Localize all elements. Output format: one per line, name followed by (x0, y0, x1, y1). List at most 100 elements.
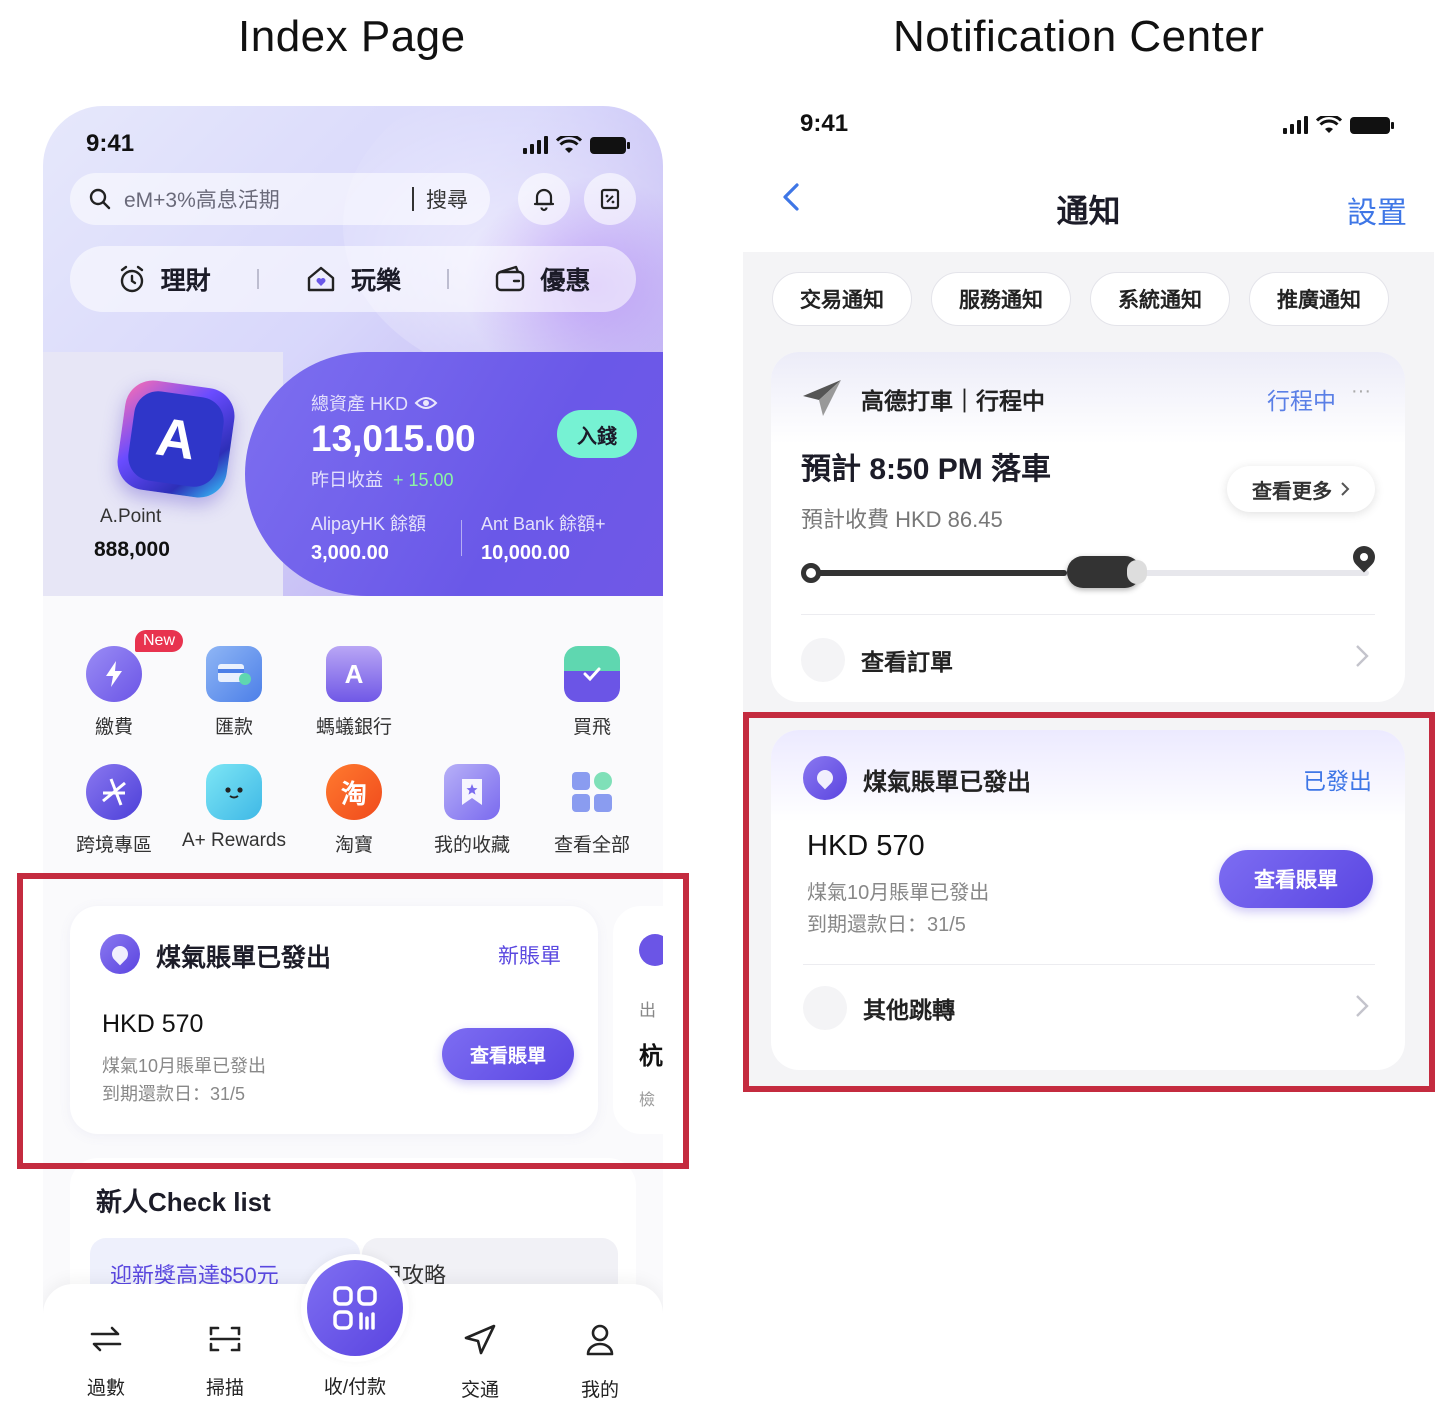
house-heart-icon (307, 266, 335, 292)
view-more-button[interactable]: 查看更多 (1227, 466, 1375, 512)
globe-icon (86, 764, 142, 820)
status-time: 9:41 (800, 110, 849, 137)
taobao-icon: 淘 (326, 764, 382, 820)
grid-item-label: A+ Rewards (181, 830, 287, 851)
grid-item-view-all[interactable]: 查看全部 (537, 764, 647, 857)
nav-label: 交通 (460, 1380, 499, 1401)
highlight-box-left (17, 873, 689, 1169)
nav-transport[interactable]: 交通 (435, 1324, 525, 1402)
card-transfer-icon (206, 646, 262, 702)
tab-label: 玩樂 (350, 267, 401, 295)
grid-item-remittance[interactable]: 匯款 (179, 646, 289, 739)
nav-label: 過數 (86, 1378, 125, 1399)
ride-eta: 預計 8:50 PM 落車 (801, 453, 1052, 486)
qr-pay-icon (307, 1260, 403, 1356)
view-more-label: 查看更多 (1252, 480, 1332, 503)
apps-grid-icon (564, 764, 620, 820)
chip-service[interactable]: 服務通知 (931, 272, 1071, 326)
bell-icon (533, 188, 555, 212)
yesterday-earnings-label: 昨日收益 (311, 470, 383, 490)
alipay-balance-value: 3,000.00 (311, 542, 389, 564)
page-title: 通知 (1056, 193, 1121, 229)
grid-item-label: 跨境專區 (75, 835, 152, 856)
nav-label: 我的 (580, 1380, 619, 1401)
view-order-label: 查看訂單 (861, 649, 953, 675)
more-options-icon[interactable]: ··· (1351, 380, 1371, 403)
chevron-right-icon (1355, 644, 1369, 675)
nav-transfer[interactable]: 過數 (61, 1324, 151, 1400)
paper-plane-icon (803, 380, 841, 416)
yesterday-earnings-value: + 15.00 (393, 470, 454, 490)
settings-link[interactable]: 設置 (1347, 188, 1407, 232)
antbank-balance-value: 10,000.00 (481, 542, 570, 564)
wallet-icon (496, 265, 525, 292)
grid-item-favorites[interactable]: 我的收藏 (417, 764, 527, 857)
grid-item-taobao[interactable]: 淘 淘寶 (299, 764, 409, 857)
ride-status: 行程中 (1267, 388, 1336, 414)
new-badge: New (135, 630, 184, 652)
scan-icon (209, 1326, 241, 1352)
grid-item-buy-ticket[interactable]: 買飛 (537, 646, 647, 739)
navigation-icon (464, 1324, 496, 1355)
grid-item-ant-bank[interactable]: A 螞蟻銀行 (299, 646, 409, 739)
category-tabs: 理財 玩樂 優惠 (70, 246, 636, 312)
wifi-icon (1316, 116, 1342, 133)
index-page-phone: 9:41 eM+3%高息活期 搜尋 理財 玩樂 優惠 A A.Point 888… (43, 106, 663, 1402)
view-order-row[interactable]: 查看訂單 (801, 638, 953, 682)
notification-bell-button[interactable] (518, 173, 570, 225)
ride-start-marker (801, 563, 821, 583)
eye-icon[interactable] (414, 395, 438, 411)
grid-item-label: 淘寶 (334, 835, 373, 856)
nav-profile[interactable]: 我的 (555, 1324, 645, 1402)
battery-icon (590, 136, 630, 154)
grid-item-bill-payment[interactable]: New 繳費 (59, 630, 184, 739)
total-assets-value: 13,015.00 (311, 418, 476, 459)
nav-label: 收/付款 (323, 1377, 387, 1398)
cellular-signal-icon (1283, 116, 1308, 134)
antbank-balance-label: Ant Bank 餘額+ (481, 514, 606, 534)
yesterday-earnings: 昨日收益 + 15.00 (311, 466, 454, 492)
tab-entertainment[interactable]: 玩樂 (259, 261, 446, 297)
lightning-bill-icon (86, 646, 142, 702)
collect-pay-button[interactable] (301, 1254, 409, 1362)
status-icons (1283, 116, 1394, 134)
chip-transaction[interactable]: 交易通知 (772, 272, 912, 326)
ride-fee: 預計收費 HKD 86.45 (801, 507, 1003, 532)
grid-item-label: 查看全部 (553, 835, 630, 856)
battery-icon (1350, 116, 1394, 134)
transfer-arrows-icon (90, 1326, 122, 1352)
grid-item-label: 匯款 (214, 717, 253, 738)
chevron-right-icon (1341, 482, 1350, 496)
balance-divider (461, 520, 462, 556)
ride-title: 高德打車｜行程中 (861, 388, 1045, 414)
total-assets-label: 總資產 HKD (311, 394, 409, 414)
nav-label: 掃描 (205, 1378, 244, 1399)
apoint-value: 888,000 (94, 538, 170, 561)
status-time: 9:41 (86, 130, 135, 157)
coupon-button[interactable] (584, 173, 636, 225)
apoint-logo-icon: A (125, 388, 227, 490)
deposit-button[interactable]: 入錢 (557, 410, 637, 458)
chip-promotion[interactable]: 推廣通知 (1249, 272, 1389, 326)
destination-pin-icon (1348, 541, 1380, 573)
chip-system[interactable]: 系統通知 (1090, 272, 1230, 326)
ticket-icon (564, 646, 620, 702)
ride-notification-card[interactable]: 高德打車｜行程中 行程中 ··· 預計 8:50 PM 落車 預計收費 HKD … (771, 352, 1405, 702)
coupon-icon (600, 188, 620, 210)
ant-bank-icon: A (326, 646, 382, 702)
total-assets-card[interactable]: 總資產 HKD 13,015.00 昨日收益 + 15.00 入錢 AlipayH… (245, 352, 663, 596)
search-placeholder[interactable]: eM+3%高息活期 (124, 184, 412, 214)
grid-item-label: 螞蟻銀行 (315, 717, 392, 738)
grid-item-cross-border[interactable]: 跨境專區 (59, 764, 169, 857)
grid-item-label: 我的收藏 (433, 835, 510, 856)
grid-item-a-rewards[interactable]: A+ Rewards (179, 764, 289, 852)
search-icon (89, 188, 111, 210)
tab-wealth[interactable]: 理財 (70, 261, 257, 297)
row-icon-placeholder (801, 638, 845, 682)
search-bar[interactable]: eM+3%高息活期 搜尋 (70, 173, 490, 225)
index-page-caption: Index Page (238, 12, 466, 61)
search-button[interactable]: 搜尋 (426, 184, 468, 214)
nav-scan[interactable]: 掃描 (180, 1324, 270, 1400)
bookmark-star-icon (444, 764, 500, 820)
tab-offers[interactable]: 優惠 (449, 261, 636, 297)
